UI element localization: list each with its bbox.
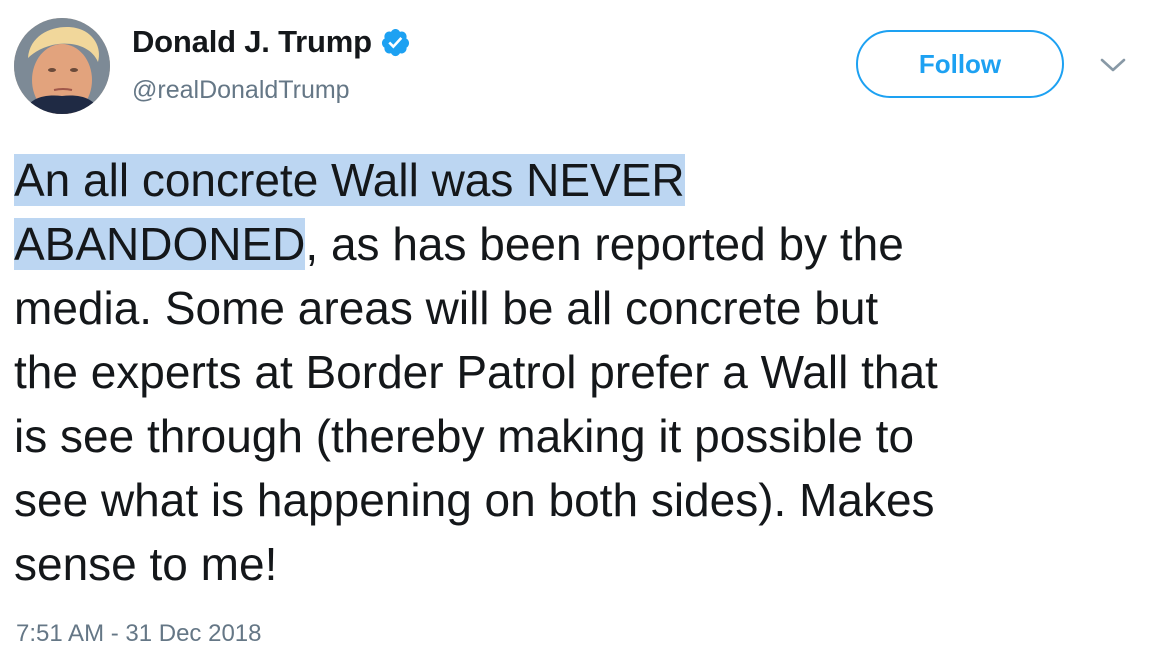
author-handle[interactable]: @realDonaldTrump [132,76,350,105]
profile-photo [14,18,110,114]
tweet-text: An all concrete Wall was NEVER ABANDONED… [14,148,1150,596]
chevron-down-icon[interactable] [1098,54,1128,76]
author-name-row[interactable]: Donald J. Trump [132,24,411,60]
author-display-name[interactable]: Donald J. Trump [132,24,372,60]
tweet-timestamp[interactable]: 7:51 AM - 31 Dec 2018 [16,620,261,648]
follow-button[interactable]: Follow [856,30,1064,98]
verified-badge-icon [381,28,409,56]
avatar[interactable] [14,18,110,114]
tweet-text-rest: , as has been reported by the media. Som… [14,218,938,590]
